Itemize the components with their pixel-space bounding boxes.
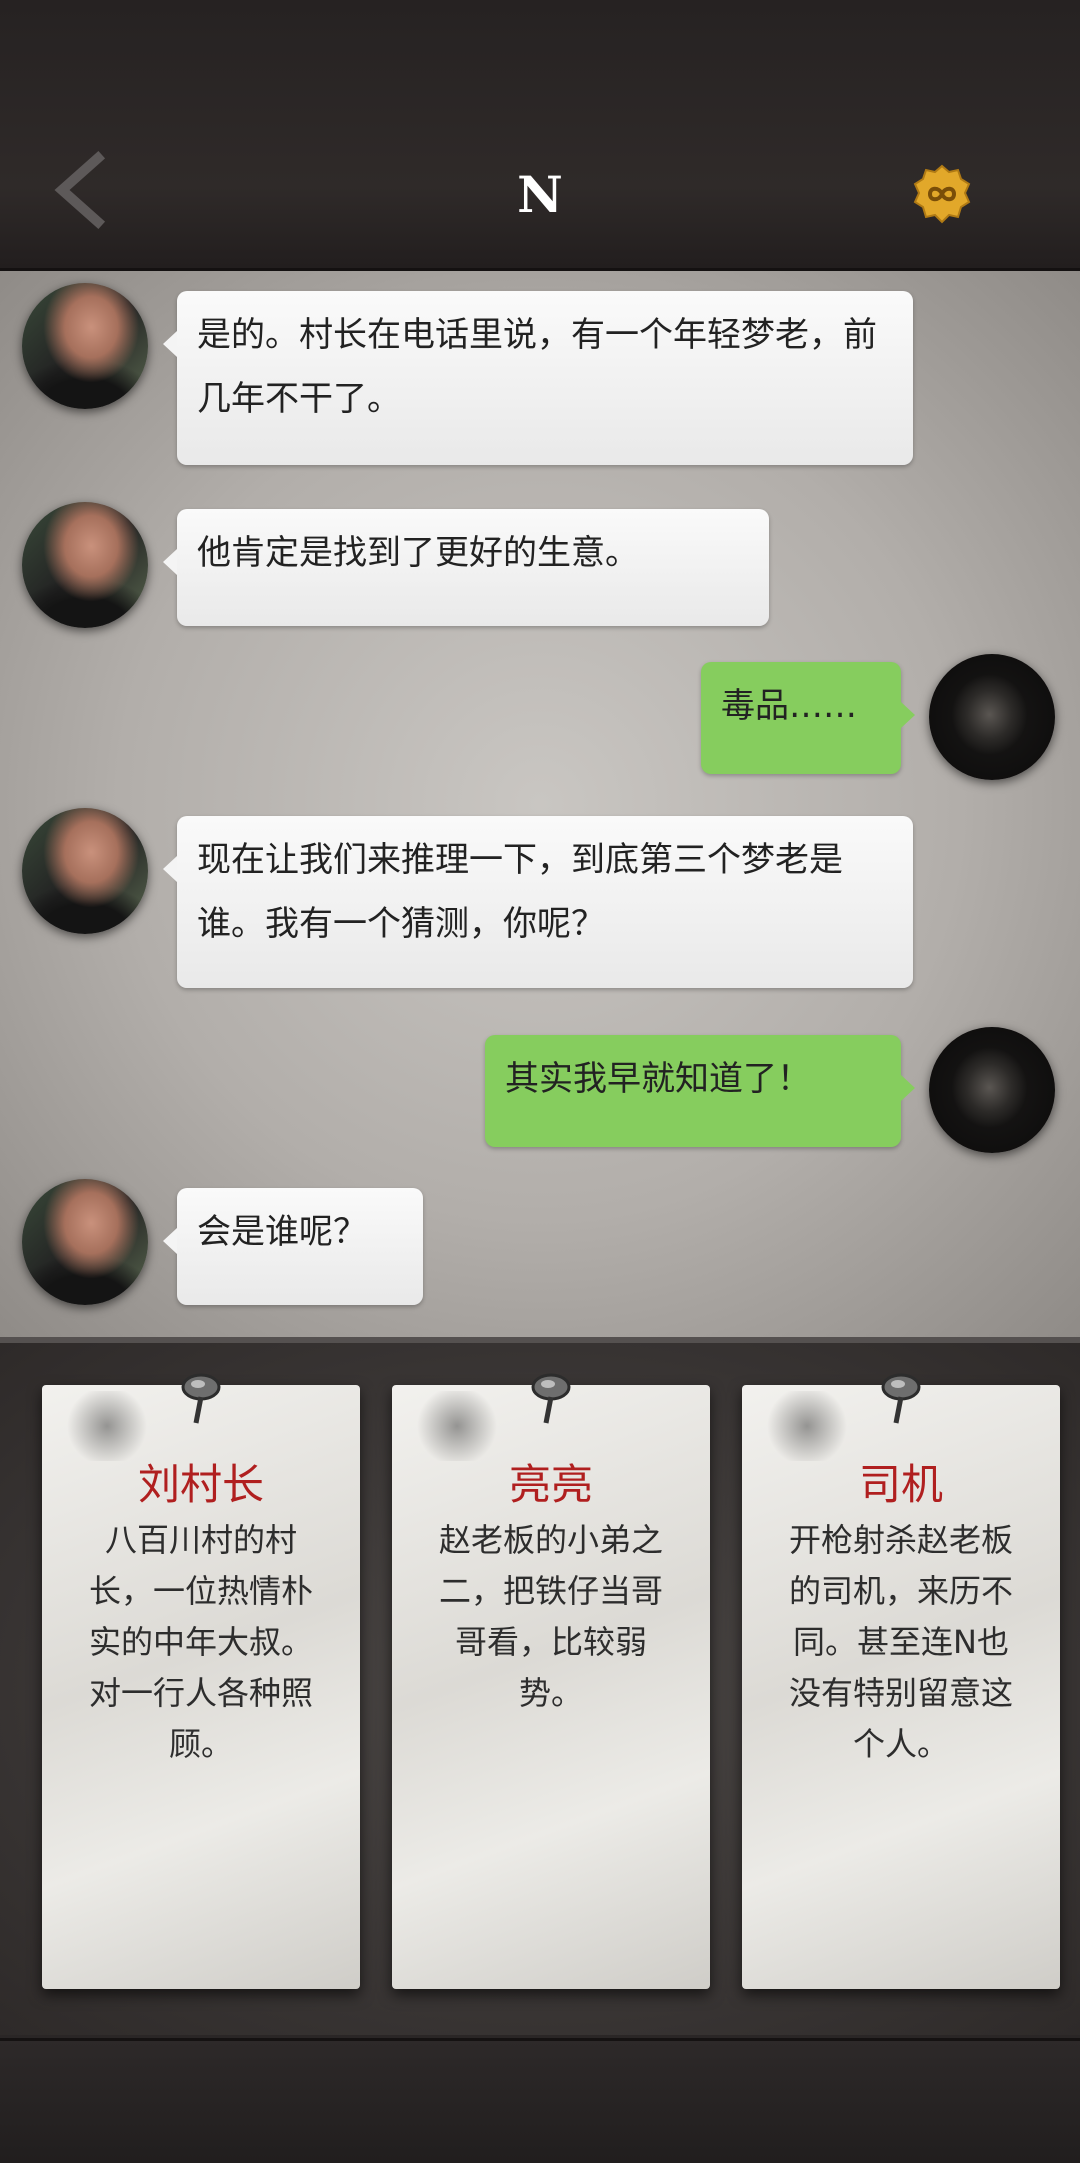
chat-bubble-left: 会是谁呢？ <box>163 1188 423 1305</box>
chat-bubble-right: 其实我早就知道了！ <box>485 1035 915 1147</box>
pushpin-icon <box>881 1373 921 1424</box>
chat-bubble-right: 毒品…… <box>701 662 915 774</box>
card-name: 司机 <box>858 1460 943 1509</box>
character-card[interactable]: 司机 开枪射杀赵老板的司机，来历不同。甚至连N也没有特别留意这个人。 <box>742 1373 1060 1989</box>
character-card[interactable]: 刘村长 八百川村的村长，一位热情朴实的中年大叔。对一行人各种照顾。 <box>42 1373 360 1989</box>
bottom-bar <box>0 2038 1080 2163</box>
ink-stain <box>412 1391 502 1461</box>
avatar-left <box>22 1179 148 1305</box>
chat-bubble-left: 是的。村长在电话里说，有一个年轻梦老，前几年不干了。 <box>163 291 913 465</box>
gold-infinity-coin-icon <box>913 164 971 224</box>
page-title: N <box>517 165 563 224</box>
coin-button[interactable] <box>912 164 972 224</box>
card-description: 开枪射杀赵老板的司机，来历不同。甚至连N也没有特别留意这个人。 <box>788 1521 1013 1763</box>
card-description: 赵老板的小弟之二，把铁仔当哥哥看，比较弱势。 <box>438 1521 663 1712</box>
card-description: 八百川村的村长，一位热情朴实的中年大叔。对一行人各种照顾。 <box>88 1521 313 1763</box>
avatar-right <box>929 654 1055 780</box>
avatar-left <box>22 283 148 409</box>
card-name: 亮亮 <box>508 1460 593 1509</box>
character-card[interactable]: 亮亮 赵老板的小弟之二，把铁仔当哥哥看，比较弱势。 <box>392 1373 710 1989</box>
avatar-left <box>22 502 148 628</box>
ink-stain <box>762 1391 852 1461</box>
pushpin-icon <box>181 1373 221 1424</box>
back-button[interactable] <box>48 150 118 230</box>
chat-area[interactable]: 是的。村长在电话里说，有一个年轻梦老，前几年不干了。 他肯定是找到了更好的生意。… <box>0 271 1080 1343</box>
card-name: 刘村长 <box>137 1460 264 1509</box>
avatar-left <box>22 808 148 934</box>
ink-stain <box>62 1391 152 1461</box>
chevron-left-icon <box>54 150 106 230</box>
top-bar: N <box>0 0 1080 271</box>
pushpin-icon <box>531 1373 571 1424</box>
chat-bubble-left: 现在让我们来推理一下，到底第三个梦老是谁。我有一个猜测，你呢？ <box>163 816 913 988</box>
chat-bubble-left: 他肯定是找到了更好的生意。 <box>163 509 769 626</box>
avatar-right <box>929 1027 1055 1153</box>
